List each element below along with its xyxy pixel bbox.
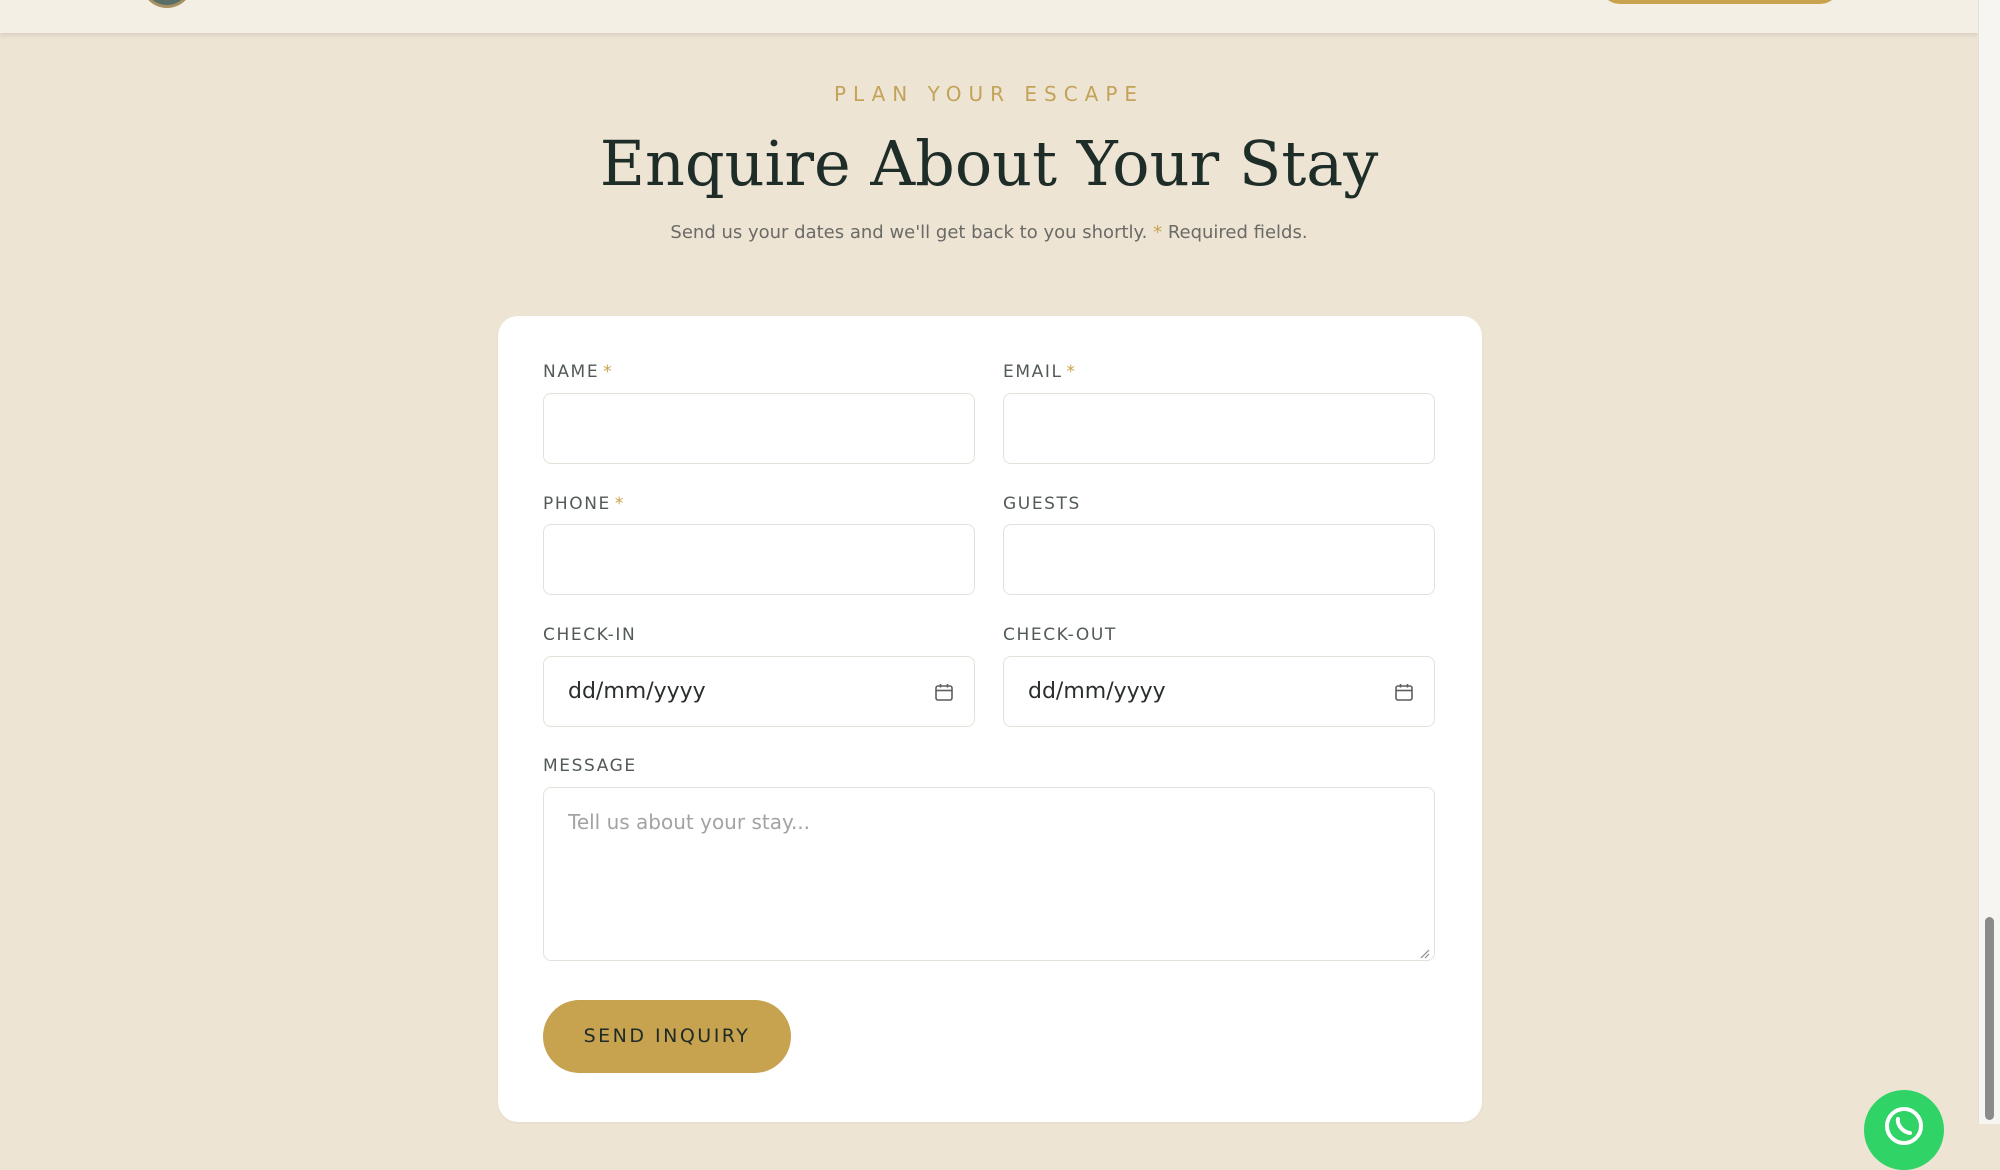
logo-icon[interactable] <box>141 0 193 8</box>
section-eyebrow: PLAN YOUR ESCAPE <box>833 82 1145 106</box>
message-placeholder: Tell us about your stay... <box>568 810 811 834</box>
name-label: NAME * <box>543 362 613 382</box>
scrollbar[interactable] <box>1978 0 2000 1124</box>
message-label-text: MESSAGE <box>543 756 637 776</box>
email-label-text: EMAIL <box>1003 362 1063 382</box>
send-inquiry-button[interactable]: SEND INQUIRY <box>543 1000 791 1073</box>
check-out-value: dd/mm/yyyy <box>1028 679 1166 704</box>
scrollbar-thumb[interactable] <box>1985 917 1994 1120</box>
check-in-label: CHECK-IN <box>543 625 636 645</box>
subtitle-text: Send us your dates and we'll get back to… <box>670 222 1148 243</box>
subtitle-required-note: Required fields. <box>1167 222 1308 243</box>
required-star: * <box>1153 222 1163 243</box>
phone-label-text: PHONE <box>543 494 611 514</box>
logo-wordmark <box>218 0 450 2</box>
message-label: MESSAGE <box>543 756 637 776</box>
header-cta-button[interactable] <box>1600 0 1840 4</box>
check-in-date-input[interactable]: dd/mm/yyyy <box>543 656 975 727</box>
name-label-text: NAME <box>543 362 600 382</box>
calendar-icon[interactable] <box>1394 682 1414 702</box>
guests-label-text: GUESTS <box>1003 494 1081 514</box>
whatsapp-chat-button[interactable] <box>1864 1090 1944 1170</box>
message-textarea[interactable]: Tell us about your stay... <box>543 787 1435 961</box>
email-input[interactable] <box>1003 393 1435 464</box>
page-title: Enquire About Your Stay <box>599 127 1379 200</box>
email-label: EMAIL * <box>1003 362 1077 382</box>
check-in-value: dd/mm/yyyy <box>568 679 706 704</box>
resize-handle-icon[interactable] <box>1418 944 1430 959</box>
required-star: * <box>1066 362 1077 382</box>
enquiry-form-card: NAME * EMAIL * PHONE * GUESTS CHECK-IN dd/m… <box>498 316 1482 1122</box>
check-out-date-input[interactable]: dd/mm/yyyy <box>1003 656 1435 727</box>
required-star: * <box>603 362 614 382</box>
required-star: * <box>614 494 625 514</box>
section-subtitle: Send us your dates and we'll get back to… <box>0 222 1978 243</box>
phone-label: PHONE * <box>543 494 625 514</box>
site-header <box>0 0 1978 33</box>
check-in-label-text: CHECK-IN <box>543 625 637 645</box>
phone-input[interactable] <box>543 524 975 595</box>
whatsapp-icon <box>1885 1107 1923 1145</box>
check-out-label: CHECK-OUT <box>1003 625 1117 645</box>
calendar-icon[interactable] <box>934 682 954 702</box>
check-out-label-text: CHECK-OUT <box>1003 625 1117 645</box>
guests-label: GUESTS <box>1003 494 1081 514</box>
name-input[interactable] <box>543 393 975 464</box>
guests-input[interactable] <box>1003 524 1435 595</box>
